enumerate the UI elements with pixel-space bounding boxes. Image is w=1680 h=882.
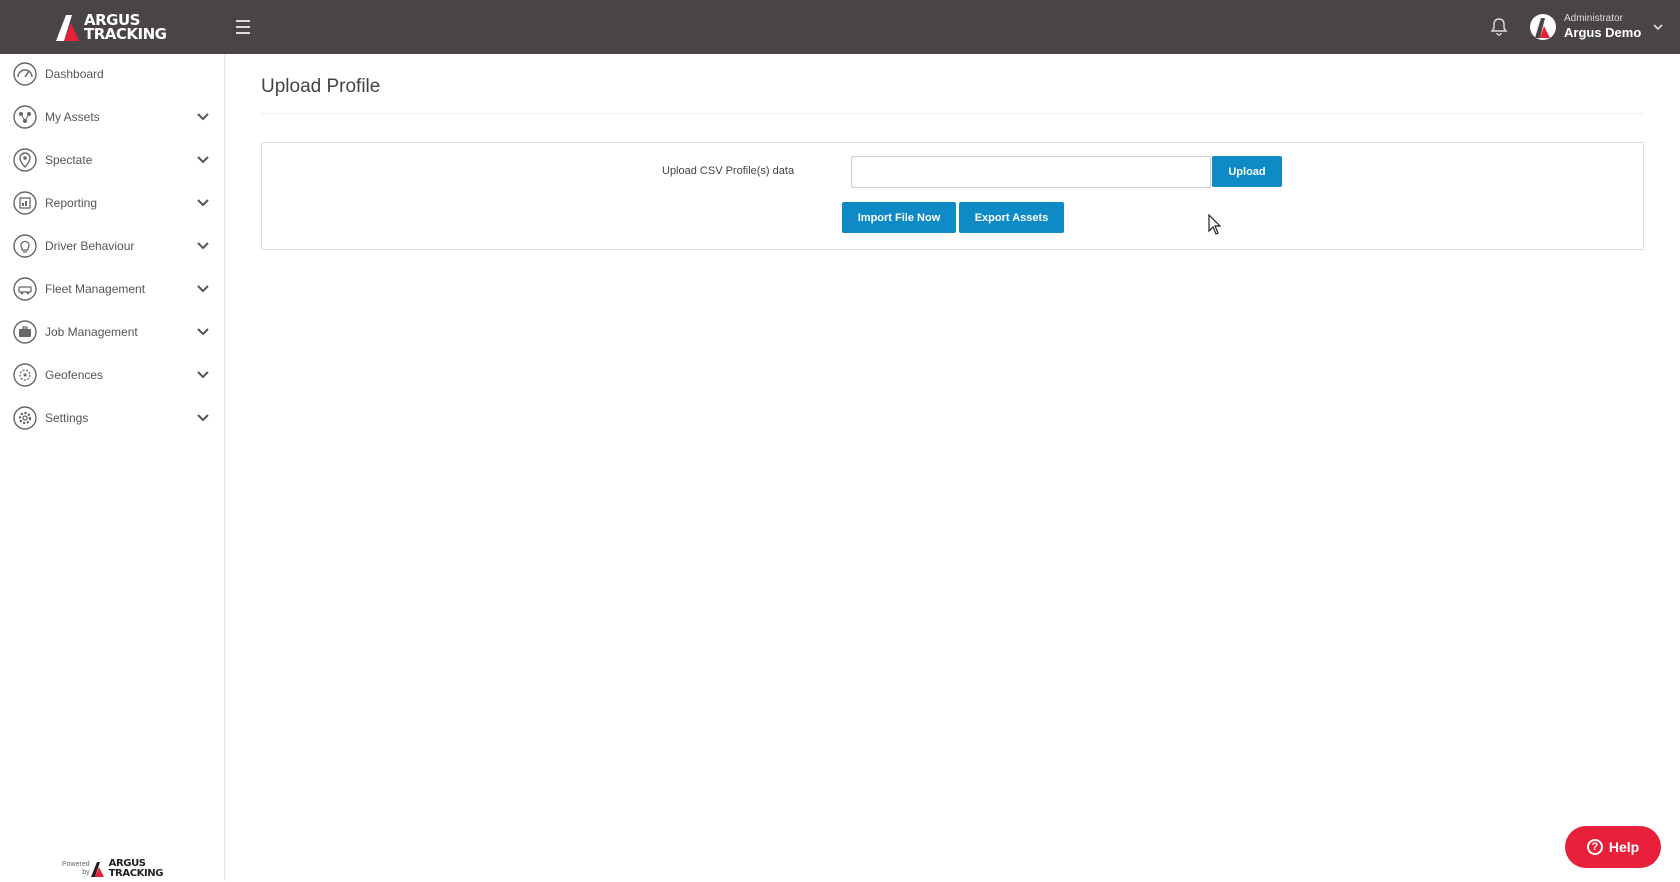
chevron-down-icon <box>197 371 209 379</box>
export-assets-button[interactable]: Export Assets <box>959 202 1064 233</box>
powered-by-logo: Powered by ARGUS TRACKING <box>62 856 163 882</box>
brand-line2: TRACKING <box>84 25 167 43</box>
divider <box>261 113 1643 114</box>
chevron-down-icon <box>197 414 209 422</box>
sidebar-item-label: Geofences <box>45 368 104 382</box>
help-button[interactable]: ? Help <box>1565 826 1661 868</box>
chevron-down-icon <box>197 242 209 250</box>
mouse-cursor-icon <box>1208 214 1222 235</box>
sidebar-item-fleet-management[interactable]: Fleet Management <box>0 269 224 309</box>
powered-label: Powered <box>62 861 90 868</box>
sidebar-item-spectate[interactable]: Spectate <box>0 140 224 180</box>
user-role: Administrator <box>1564 13 1623 24</box>
brand-logo[interactable]: ARGUS TRACKING <box>54 12 167 43</box>
user-name: Argus Demo <box>1564 25 1642 40</box>
sidebar-item-driver-behaviour[interactable]: Driver Behaviour <box>0 226 224 266</box>
chevron-down-icon <box>197 199 209 207</box>
logo-mark-icon <box>56 15 79 41</box>
sidebar-item-my-assets[interactable]: My Assets <box>0 97 224 137</box>
chevron-down-icon <box>197 285 209 293</box>
powered-brand-line2: TRACKING <box>108 868 164 879</box>
map-pin-icon <box>13 148 37 172</box>
sidebar-item-label: Job Management <box>45 325 138 339</box>
top-bar: ARGUS TRACKING Administrator Argus Demo <box>0 0 1680 54</box>
by-label: by <box>82 869 90 876</box>
upload-card: Upload CSV Profile(s) data Upload Import… <box>261 142 1644 250</box>
chevron-down-icon <box>197 156 209 164</box>
gear-icon <box>13 406 37 430</box>
sidebar-item-settings[interactable]: Settings <box>0 398 224 438</box>
sidebar-item-geofences[interactable]: Geofences <box>0 355 224 395</box>
sidebar-item-label: Dashboard <box>45 67 104 81</box>
menu-toggle-icon[interactable] <box>236 16 250 36</box>
dashboard-icon <box>13 62 37 86</box>
chevron-down-icon <box>197 113 209 121</box>
bell-icon[interactable] <box>1490 16 1508 36</box>
sidebar-item-label: Spectate <box>45 153 93 167</box>
sidebar-item-label: Driver Behaviour <box>45 239 135 253</box>
briefcase-icon <box>13 320 37 344</box>
sidebar-item-label: Reporting <box>45 196 98 210</box>
geofence-icon <box>13 363 37 387</box>
sidebar-item-job-management[interactable]: Job Management <box>0 312 224 352</box>
chevron-down-icon <box>1653 24 1663 31</box>
sidebar-item-label: Settings <box>45 411 89 425</box>
upload-button[interactable]: Upload <box>1212 156 1282 187</box>
sidebar-item-reporting[interactable]: Reporting <box>0 183 224 223</box>
lightbulb-icon <box>13 234 37 258</box>
sidebar: Dashboard My Assets Spectate Reporting D… <box>0 54 225 881</box>
sidebar-item-label: Fleet Management <box>45 282 146 296</box>
user-menu[interactable]: Administrator Argus Demo <box>1530 10 1670 44</box>
upload-csv-label: Upload CSV Profile(s) data <box>662 165 795 177</box>
file-input[interactable] <box>851 156 1211 188</box>
logo-mark-icon <box>90 862 104 877</box>
page-title: Upload Profile <box>261 76 381 97</box>
help-label: Help <box>1608 839 1640 855</box>
sidebar-item-dashboard[interactable]: Dashboard <box>0 54 224 94</box>
main-content: Upload Profile Upload CSV Profile(s) dat… <box>224 54 1680 881</box>
sidebar-item-label: My Assets <box>45 110 100 124</box>
question-icon: ? <box>1586 839 1603 855</box>
fleet-icon <box>13 277 37 301</box>
report-icon <box>13 191 37 215</box>
chevron-down-icon <box>197 328 209 336</box>
assets-icon <box>13 105 37 129</box>
brand-text: ARGUS TRACKING <box>84 13 167 43</box>
avatar <box>1530 14 1556 40</box>
import-file-now-button[interactable]: Import File Now <box>842 202 956 233</box>
